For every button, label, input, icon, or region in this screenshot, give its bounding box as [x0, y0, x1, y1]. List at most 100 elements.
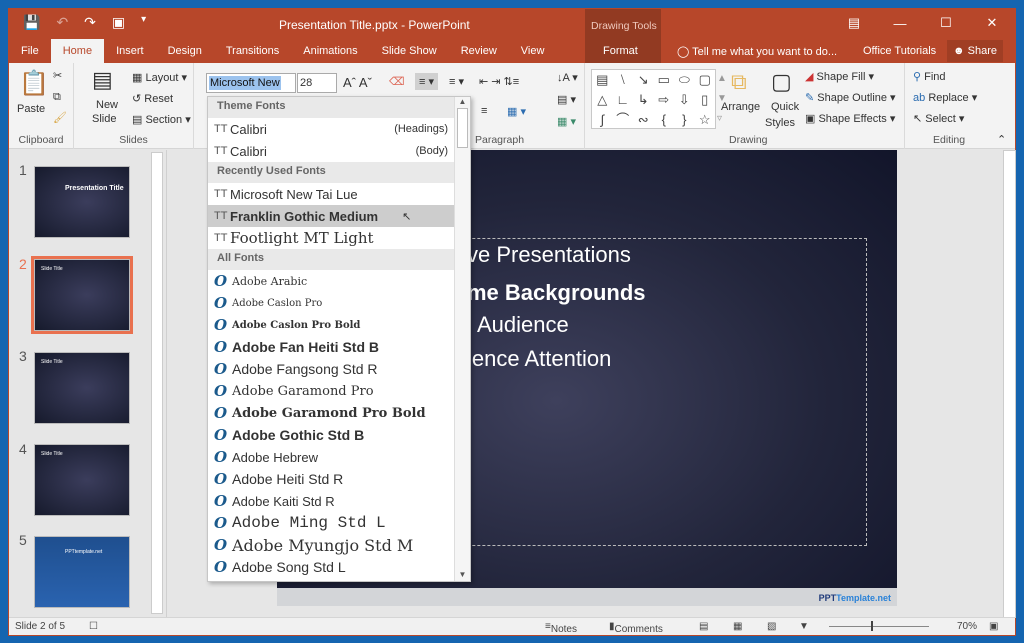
tab-insert[interactable]: Insert — [104, 39, 156, 63]
right-brace-icon[interactable]: } — [674, 110, 695, 130]
scribble-shape-icon[interactable]: ∫ — [592, 110, 613, 130]
maximize-button[interactable]: ☐ — [923, 9, 969, 37]
shape-outline-button[interactable]: ✎ Shape Outline ▾ — [805, 91, 896, 104]
notes-button[interactable]: ≡ Notes — [545, 621, 577, 635]
tab-view[interactable]: View — [509, 39, 557, 63]
font-item[interactable]: TT Footlight MT Light — [208, 227, 470, 249]
paste-icon[interactable]: 📋 — [19, 69, 49, 98]
rectangle-shape-icon[interactable]: ▭ — [654, 70, 675, 90]
oval-shape-icon[interactable]: ⬭ — [674, 70, 695, 90]
font-item[interactable]: O Adobe Ming Std L — [208, 512, 470, 534]
tab-slide-show[interactable]: Slide Show — [370, 39, 449, 63]
font-item[interactable]: O Adobe Arabic — [208, 270, 470, 292]
left-brace-icon[interactable]: { — [654, 110, 675, 130]
tab-format[interactable]: Format — [603, 45, 638, 57]
quick-styles-button-line2[interactable]: Styles — [765, 117, 795, 129]
start-slideshow-icon[interactable]: ▣ — [112, 14, 125, 31]
font-item[interactable]: O Adobe Myungjo Std M — [208, 534, 470, 556]
slide-thumbnail-4[interactable]: Slide Title — [34, 444, 130, 516]
collapse-ribbon-icon[interactable]: ⌃ — [997, 133, 1006, 146]
tab-transitions[interactable]: Transitions — [214, 39, 291, 63]
line-shape-icon[interactable]: ⧵ — [613, 70, 634, 90]
columns-icon[interactable]: ▦ ▾ — [507, 105, 526, 118]
text-direction-icon[interactable]: ↓A ▾ — [557, 71, 578, 84]
reading-view-icon[interactable]: ▧ — [767, 621, 776, 632]
redo-icon[interactable]: ↷ — [84, 14, 96, 31]
curve-shape-icon[interactable]: ∾ — [633, 110, 654, 130]
layout-button[interactable]: ▦ Layout ▾ — [132, 71, 187, 84]
scroll-down-icon[interactable]: ▼ — [455, 570, 470, 579]
justify-icon[interactable]: ≡ — [481, 105, 487, 117]
slide-thumbnail-3[interactable]: Slide Title — [34, 352, 130, 424]
cut-icon[interactable]: ✂ — [53, 69, 62, 82]
customize-qat-icon[interactable]: ▾ — [141, 14, 146, 31]
font-item[interactable]: O Adobe Song Std L — [208, 556, 470, 578]
shapes-gallery[interactable]: ▤ ⧵ ↘ ▭ ⬭ ▢ △ ∟ ↳ ⇨ ⇩ ▯ ∫ ⌒ ∾{} ☆ — [591, 69, 716, 129]
tab-design[interactable]: Design — [156, 39, 214, 63]
shape-effects-button[interactable]: ▣ Shape Effects ▾ — [805, 112, 895, 125]
replace-button[interactable]: ab Replace ▾ — [913, 91, 977, 104]
textbox-shape-icon[interactable]: ▤ — [592, 70, 613, 90]
font-item-hovered[interactable]: TT Franklin Gothic Medium ↖ — [208, 205, 470, 227]
align-text-icon[interactable]: ▤ ▾ — [557, 93, 576, 106]
font-item[interactable]: O Adobe Heiti Std R — [208, 468, 470, 490]
numbering-button[interactable]: ≡ ▾ — [449, 75, 464, 88]
down-arrow-shape-icon[interactable]: ⇩ — [674, 90, 695, 110]
elbow-connector-icon[interactable]: ∟ — [613, 90, 634, 110]
find-button[interactable]: ⚲ Find — [913, 70, 946, 83]
clear-formatting-icon[interactable]: ⌫ — [389, 75, 405, 88]
arrange-button[interactable]: Arrange — [721, 101, 760, 113]
reset-button[interactable]: ↺ Reset — [132, 92, 173, 105]
new-slide-button-line2[interactable]: Slide — [92, 113, 116, 125]
font-item[interactable]: O Adobe Caslon Pro — [208, 292, 470, 314]
select-button[interactable]: ↖ Select ▾ — [913, 112, 964, 125]
font-item[interactable]: O Adobe Garamond Pro Bold — [208, 402, 470, 424]
shape-fill-button[interactable]: ◢ Shape Fill ▾ — [805, 70, 874, 83]
bullets-button[interactable]: ≡ ▾ — [415, 73, 438, 90]
close-button[interactable]: ✕ — [969, 9, 1015, 37]
ribbon-display-icon[interactable]: ▤ — [831, 9, 877, 37]
zoom-slider[interactable] — [829, 626, 929, 627]
rounded-rect-shape-icon[interactable]: ▢ — [695, 70, 716, 90]
font-size-combobox[interactable]: 28 — [297, 73, 337, 93]
office-tutorials-account[interactable]: Office Tutorials — [863, 45, 936, 57]
font-item[interactable]: O Adobe Kaiti Std R — [208, 490, 470, 512]
new-slide-button[interactable]: New — [96, 99, 118, 111]
quick-styles-icon[interactable]: ▢ — [771, 69, 792, 95]
zoom-slider-thumb[interactable] — [871, 621, 873, 631]
save-icon[interactable]: 💾 — [23, 14, 40, 31]
slide-sorter-icon[interactable]: ▦ — [733, 621, 742, 632]
copy-icon[interactable]: ⧉ — [53, 91, 61, 104]
share-button[interactable]: ☻ Share — [947, 40, 1003, 62]
spell-check-icon[interactable]: ☐ — [89, 621, 98, 632]
font-item[interactable]: O Adobe Fan Heiti Std B — [208, 336, 470, 358]
slideshow-view-icon[interactable]: ▼ — [799, 621, 809, 632]
triangle-shape-icon[interactable]: △ — [592, 90, 613, 110]
font-item[interactable]: O Adobe Hebrew — [208, 446, 470, 468]
slide-thumbnail-1[interactable]: Presentation Title — [34, 166, 130, 238]
arrange-icon[interactable]: ⧉ — [731, 69, 747, 95]
quick-styles-button[interactable]: Quick — [771, 101, 799, 113]
undo-icon[interactable]: ↶ — [56, 14, 68, 31]
minimize-button[interactable]: — — [877, 9, 923, 37]
tell-me-box[interactable]: ◯ Tell me what you want to do... — [677, 45, 837, 58]
right-arrow-shape-icon[interactable]: ⇨ — [654, 90, 675, 110]
editor-scrollbar[interactable] — [1003, 150, 1016, 618]
font-item[interactable]: O Adobe Fangsong Std R — [208, 358, 470, 380]
thumbnail-scrollbar[interactable] — [151, 152, 163, 614]
scroll-up-icon[interactable]: ▲ — [455, 97, 470, 106]
new-slide-icon[interactable]: ▤ — [92, 67, 113, 93]
gallery-scroll[interactable]: ▲ ▼ ▿ — [717, 69, 727, 129]
comments-button[interactable]: ▮ Comments — [609, 621, 663, 635]
paste-button[interactable]: Paste — [17, 103, 45, 115]
font-item[interactable]: TT Calibri (Body) — [208, 140, 470, 162]
font-item[interactable]: O Adobe Garamond Pro — [208, 380, 470, 402]
zoom-level[interactable]: 70% — [957, 621, 977, 632]
font-item[interactable]: O Adobe Gothic Std B — [208, 424, 470, 446]
font-item[interactable]: TT Microsoft New Tai Lue — [208, 183, 470, 205]
grow-font-icon[interactable]: Aˆ Aˇ — [343, 75, 372, 90]
font-item[interactable]: TT Calibri (Headings) — [208, 118, 470, 140]
format-painter-icon[interactable]: 🖌 — [53, 111, 67, 124]
font-name-combobox[interactable]: Microsoft New — [206, 73, 296, 93]
slide-thumbnail-5[interactable]: PPTtemplate.net — [34, 536, 130, 608]
